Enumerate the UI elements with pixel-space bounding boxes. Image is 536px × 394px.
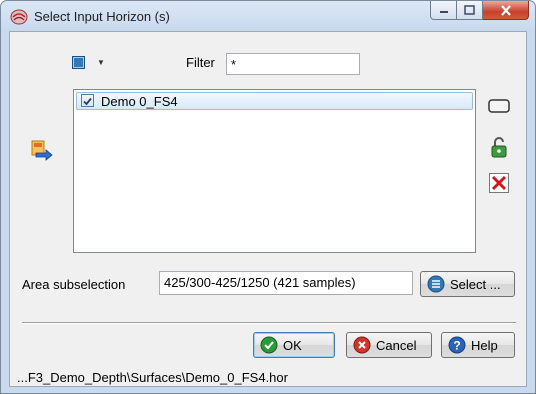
rectangle-edit-icon <box>488 99 510 113</box>
list-icon <box>427 275 445 293</box>
dialog-window: Select Input Horizon (s) ▼ Filter * Demo… <box>0 0 536 394</box>
horizon-name: Demo 0_FS4 <box>101 94 178 109</box>
ok-button[interactable]: OK <box>253 332 335 358</box>
area-subselection-label: Area subselection <box>22 277 126 292</box>
status-bar: ...F3_Demo_Depth\Surfaces\Demo_0_FS4.hor <box>10 366 526 388</box>
edit-rectangle-button[interactable] <box>488 95 510 117</box>
lock-button[interactable] <box>488 137 510 159</box>
close-button[interactable] <box>483 1 529 20</box>
list-item[interactable]: Demo 0_FS4 <box>76 92 473 110</box>
ok-label: OK <box>283 337 302 353</box>
close-icon <box>500 4 511 16</box>
title-bar[interactable]: Select Input Horizon (s) <box>1 1 535 31</box>
checkmark-icon <box>83 97 92 106</box>
minimize-icon <box>439 11 448 13</box>
delete-button[interactable] <box>488 172 510 194</box>
minimize-button[interactable] <box>430 1 457 20</box>
cancel-x-circle-icon <box>353 336 371 354</box>
window-title: Select Input Horizon (s) <box>34 9 170 24</box>
select-button-label: Select ... <box>450 276 501 292</box>
import-arrow-icon <box>31 140 53 161</box>
app-icon <box>10 8 28 26</box>
dialog-body: ▼ Filter Demo 0_FS4 <box>9 31 527 387</box>
checkmark-circle-icon <box>260 336 278 354</box>
lock-icon <box>491 137 507 158</box>
chevron-down-icon[interactable]: ▼ <box>97 58 105 67</box>
svg-text:?: ? <box>453 339 460 353</box>
horizon-checkbox[interactable] <box>81 94 94 107</box>
cancel-button[interactable]: Cancel <box>346 332 432 358</box>
area-subselection-field[interactable]: 425/300-425/1250 (421 samples) <box>159 271 413 295</box>
filter-input[interactable] <box>226 53 360 75</box>
import-button[interactable] <box>31 140 53 165</box>
caption-buttons <box>430 1 529 21</box>
help-button[interactable]: ? Help <box>441 332 515 358</box>
file-path: ...F3_Demo_Depth\Surfaces\Demo_0_FS4.hor <box>17 370 288 385</box>
help-label: Help <box>471 337 498 353</box>
help-question-icon: ? <box>448 336 466 354</box>
cancel-label: Cancel <box>376 337 417 353</box>
horizon-list[interactable]: Demo 0_FS4 <box>73 89 476 253</box>
maximize-button[interactable] <box>457 1 483 20</box>
color-swatch-icon[interactable] <box>72 56 85 69</box>
maximize-icon <box>464 5 475 15</box>
divider <box>22 322 516 324</box>
delete-x-icon <box>489 173 509 193</box>
select-area-button[interactable]: Select ... <box>420 271 515 297</box>
filter-label: Filter <box>186 55 215 70</box>
